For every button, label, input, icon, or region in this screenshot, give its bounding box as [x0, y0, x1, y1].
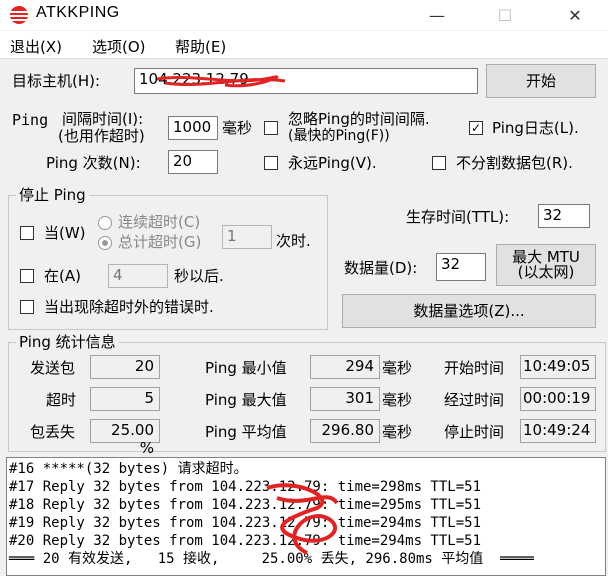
elapsed-time-label: 经过时间 — [444, 391, 505, 409]
data-size-input[interactable]: 32 — [436, 253, 486, 281]
log-line: #17 Reply 32 bytes from 104.223.12.79: t… — [9, 479, 482, 495]
stop-time-value: 10:49:24 — [520, 419, 596, 443]
interval-label: 间隔时间(I): — [62, 110, 144, 128]
menu-exit[interactable]: 退出(X) — [10, 36, 62, 57]
at-label: 在(A) — [44, 267, 81, 285]
loss-value: 25.00 % — [90, 419, 160, 457]
avg-ping-unit: 毫秒 — [382, 423, 413, 441]
ping-prefix-label: Ping — [12, 111, 49, 129]
other-error-checkbox[interactable] — [20, 300, 34, 314]
ping-log-label: Ping日志(L). — [492, 119, 579, 137]
at-checkbox[interactable] — [20, 269, 34, 283]
ping-log-checkbox[interactable]: ✓ — [469, 121, 483, 135]
min-ping-unit: 毫秒 — [382, 359, 413, 377]
redaction-scribble — [156, 75, 286, 88]
avg-ping-label: Ping 平均值 — [205, 423, 287, 441]
interval-unit: 毫秒 — [222, 119, 253, 137]
stats-title: Ping 统计信息 — [16, 333, 119, 351]
ignore-interval-sublabel: (最快的Ping(F)) — [288, 128, 390, 144]
log-line: #20 Reply 32 bytes from 104.223.12.79: t… — [9, 533, 482, 549]
maximize-button[interactable]: ☐ — [482, 0, 528, 30]
at-seconds-input[interactable]: 4 — [108, 264, 168, 288]
consecutive-timeout-label: 连续超时(C) — [118, 213, 201, 231]
title-bar: ATKKPING — ☐ ✕ — [0, 0, 608, 30]
start-time-value: 10:49:05 — [520, 355, 596, 379]
start-button[interactable]: 开始 — [486, 64, 596, 98]
elapsed-time-value: 00:00:19 — [520, 387, 596, 411]
when-label: 当(W) — [44, 224, 86, 242]
app-logo-icon — [10, 6, 28, 24]
consecutive-timeout-radio[interactable] — [98, 216, 112, 230]
total-timeout-label: 总计超时(G) — [118, 233, 202, 251]
log-line: #16 *****(32 bytes) 请求超时。 — [9, 461, 248, 477]
data-size-label: 数据量(D): — [344, 259, 418, 277]
log-line: #19 Reply 32 bytes from 104.223.12.79: t… — [9, 515, 482, 531]
start-time-label: 开始时间 — [444, 359, 505, 377]
avg-ping-value: 296.80 — [310, 419, 380, 443]
timeout-count-unit: 次时. — [276, 232, 311, 250]
ttl-input[interactable]: 32 — [538, 204, 590, 228]
loss-label: 包丢失 — [30, 423, 76, 441]
total-timeout-radio[interactable] — [98, 236, 112, 250]
sent-label: 发送包 — [30, 359, 76, 377]
log-line: #18 Reply 32 bytes from 104.223.12.79: t… — [9, 497, 482, 513]
other-error-label: 当出现除超时外的错误时. — [44, 298, 214, 316]
close-button[interactable]: ✕ — [552, 0, 598, 30]
count-label: Ping 次数(N): — [46, 154, 141, 172]
timeout-count-input[interactable]: 1 — [222, 225, 272, 249]
max-ping-value: 301 — [310, 387, 380, 411]
window-title: ATKKPING — [36, 4, 120, 21]
timeout-value: 5 — [90, 387, 160, 411]
count-input[interactable]: 20 — [168, 150, 218, 174]
menu-options[interactable]: 选项(O) — [92, 36, 146, 57]
no-fragment-checkbox[interactable] — [432, 156, 446, 170]
stop-ping-title: 停止 Ping — [16, 186, 89, 204]
max-ping-unit: 毫秒 — [382, 391, 413, 409]
min-ping-value: 294 — [310, 355, 380, 379]
minimize-button[interactable]: — — [414, 0, 460, 30]
log-redaction-scribble — [266, 483, 339, 555]
stop-time-label: 停止时间 — [444, 423, 505, 441]
when-checkbox[interactable] — [20, 226, 34, 240]
ping-log-output[interactable]: #16 *****(32 bytes) 请求超时。 #17 Reply 32 b… — [6, 457, 606, 576]
at-seconds-unit: 秒以后. — [174, 267, 224, 285]
forever-checkbox[interactable] — [264, 156, 278, 170]
min-ping-label: Ping 最小值 — [205, 359, 287, 377]
sent-value: 20 — [90, 355, 160, 379]
ignore-interval-label: 忽略Ping的时间间隔. — [288, 110, 430, 128]
no-fragment-label: 不分割数据包(R). — [456, 154, 573, 172]
ttl-label: 生存时间(TTL): — [406, 208, 510, 226]
timeout-label: 超时 — [46, 391, 77, 409]
max-ping-label: Ping 最大值 — [205, 391, 287, 409]
host-label: 目标主机(H): — [12, 72, 101, 90]
max-mtu-button[interactable]: 最大 MTU (以太网) — [496, 244, 596, 286]
host-input[interactable]: 104.223.12.79 — [134, 68, 478, 94]
menu-bar: 退出(X) 选项(O) 帮助(E) — [0, 31, 608, 59]
data-size-options-button[interactable]: 数据量选项(Z)... — [342, 294, 596, 328]
interval-sublabel: (也用作超时) — [58, 127, 145, 145]
forever-label: 永远Ping(V). — [288, 154, 377, 172]
ignore-interval-checkbox[interactable] — [264, 121, 278, 135]
menu-help[interactable]: 帮助(E) — [175, 36, 226, 57]
interval-input[interactable]: 1000 — [168, 116, 218, 140]
